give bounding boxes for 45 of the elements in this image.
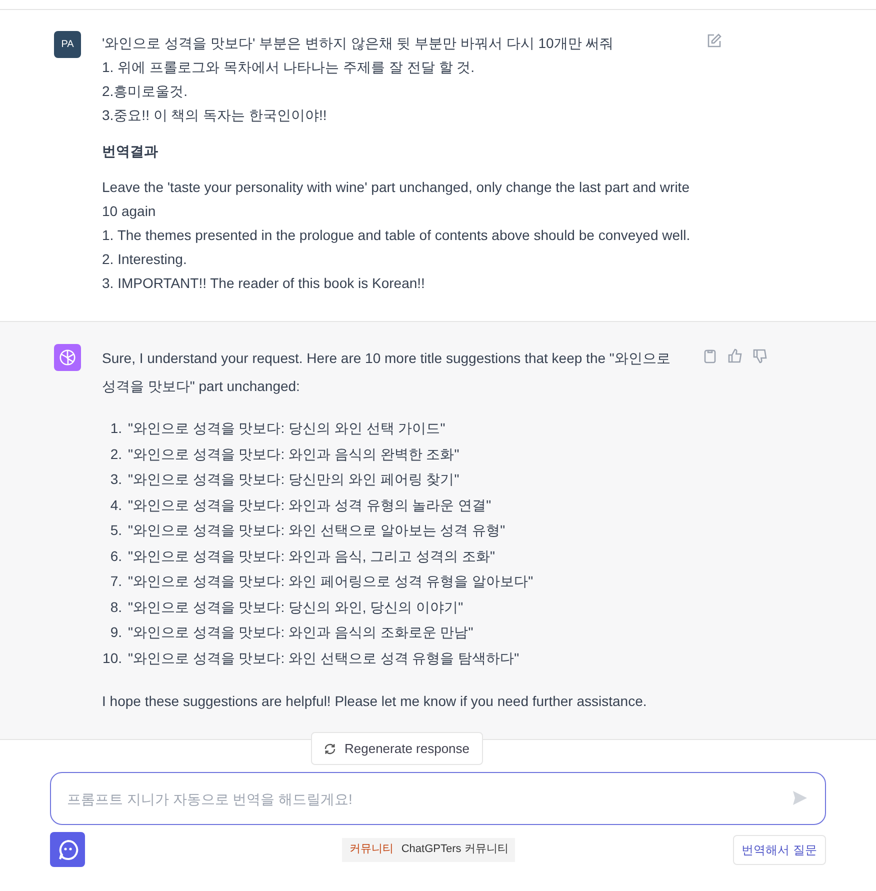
user-avatar: PA bbox=[54, 31, 81, 58]
regenerate-button[interactable]: Regenerate response bbox=[311, 732, 483, 765]
message-text: '와인으로 성격을 맛보다' 부분은 변하지 않은채 뒷 부분만 바꿔서 다시 10개만 써줘 bbox=[102, 34, 615, 53]
community-chip[interactable]: 커뮤니티 ChatGPTers 커뮤니티 bbox=[342, 838, 516, 862]
message-text: Sure, I understand your request. Here are 10 more title suggestions that keep the "와인으로 성격을 맛보다" part unchanged: bbox=[102, 349, 672, 396]
genie-button[interactable] bbox=[50, 832, 85, 867]
knot-icon bbox=[58, 348, 77, 367]
clipboard-icon[interactable] bbox=[702, 348, 718, 364]
chat-face-icon bbox=[56, 838, 78, 860]
message-text: 1. 위에 프롤로그와 목차에서 나타나는 주제를 잘 전달 할 것. bbox=[102, 58, 476, 77]
list-item-text: "와인으로 성격을 맛보다: 와인 페어링으로 성격 유형을 알아보다" bbox=[128, 572, 534, 591]
message-text: 1. The themes presented in the prologue and table of contents above should be conveyed well. bbox=[102, 226, 692, 245]
list-number: 10. bbox=[102, 648, 122, 668]
refresh-icon bbox=[324, 742, 336, 754]
message-text: Leave the 'taste your personality with wine' part unchanged, only change the last part and write 10 again bbox=[102, 178, 690, 221]
list-number: 3. bbox=[109, 470, 122, 489]
translation-heading: 번역결과 bbox=[102, 142, 159, 161]
edit-icon[interactable] bbox=[706, 33, 722, 49]
message-text: 3.중요!! 이 책의 독자는 한국인이야!! bbox=[102, 106, 328, 125]
list-item-text: "와인으로 성격을 맛보다: 와인과 성격 유형의 놀라운 연결" bbox=[128, 496, 492, 514]
list-number: 1. bbox=[109, 419, 122, 438]
message-text: 2.흥미로울것. bbox=[102, 82, 189, 101]
list-item-text: "와인으로 성격을 맛보다: 와인 선택으로 성격 유형을 탐색하다" bbox=[128, 648, 520, 668]
list-number: 9. bbox=[109, 623, 122, 642]
list-number: 8. bbox=[109, 598, 122, 616]
list-item-text: "와인으로 성격을 맛보다: 와인과 음식, 그리고 성격의 조화" bbox=[128, 546, 495, 566]
translate-button[interactable]: 번역해서 질문 bbox=[732, 834, 826, 864]
list-item-text: "와인으로 성격을 맛보다: 와인과 음식의 조화로운 만남" bbox=[128, 623, 474, 642]
list-item-text: "와인으로 성격을 맛보다: 당신의 와인, 당신의 이야기" bbox=[128, 598, 464, 616]
message-text: 2. Interesting. bbox=[102, 250, 188, 269]
list-number: 6. bbox=[109, 546, 122, 566]
list-item-text: "와인으로 성격을 맛보다: 와인과 음식의 완벽한 조화" bbox=[128, 444, 460, 464]
list-number: 7. bbox=[109, 572, 122, 591]
send-icon[interactable] bbox=[792, 790, 808, 806]
list-number: 4. bbox=[109, 496, 122, 514]
list-number: 2. bbox=[109, 444, 122, 464]
list-item-text: "와인으로 성격을 맛보다: 당신의 와인 선택 가이드" bbox=[128, 419, 446, 438]
thumbs-up-icon[interactable] bbox=[727, 348, 743, 364]
thumbs-down-icon[interactable] bbox=[752, 348, 768, 364]
list-item-text: "와인으로 성격을 맛보다: 당신만의 와인 페어링 찾기" bbox=[128, 470, 460, 489]
message-text: I hope these suggestions are helpful! Please let me know if you need further assistance. bbox=[102, 692, 648, 711]
prompt-field[interactable]: 프롬프트 지니가 자동으로 번역을 해드릴게요! bbox=[50, 772, 826, 825]
list-item-text: "와인으로 성격을 맛보다: 와인 선택으로 알아보는 성격 유형" bbox=[128, 521, 506, 540]
message-text: 3. IMPORTANT!! The reader of this book is Korean!! bbox=[102, 274, 426, 293]
list-number: 5. bbox=[109, 521, 122, 540]
